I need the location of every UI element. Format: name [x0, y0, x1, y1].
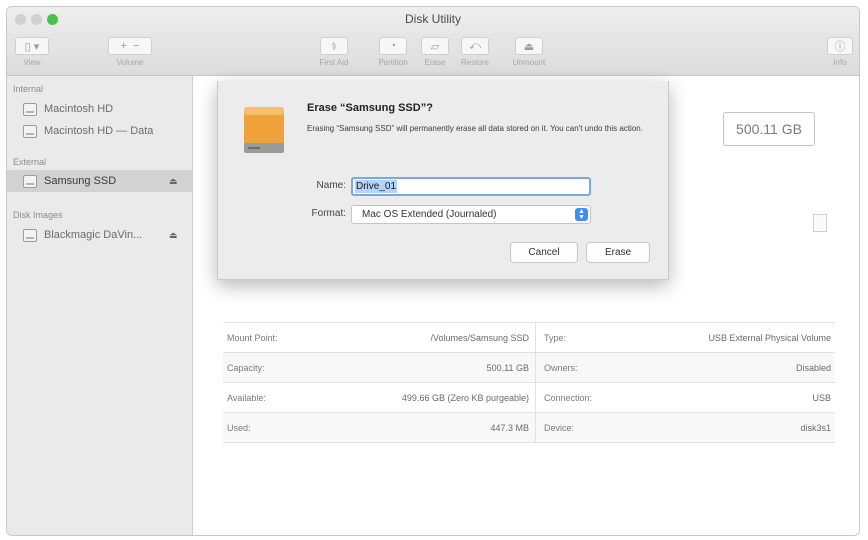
- sidebar-item-label: Samsung SSD: [44, 175, 117, 187]
- erase-dialog: Erase “Samsung SSD”? Erasing “Samsung SS…: [217, 81, 669, 280]
- info-value: disk3s1: [800, 422, 831, 433]
- view-button[interactable]: ▯ ▾: [15, 37, 49, 55]
- sidebar-item-samsung-ssd[interactable]: Samsung SSD ⏏: [7, 170, 192, 192]
- info-key: Type:: [544, 332, 567, 343]
- name-value: Drive_01: [355, 180, 398, 193]
- restore-icon: ⤺: [469, 39, 481, 52]
- eject-icon[interactable]: ⏏: [169, 176, 178, 187]
- info-value: 499.66 GB (Zero KB purgeable): [317, 383, 536, 412]
- name-field[interactable]: Drive_01: [351, 177, 591, 196]
- info-value: /Volumes/Samsung SSD: [317, 323, 536, 352]
- unmount-button[interactable]: ⏏: [515, 37, 543, 55]
- view-label: View: [23, 58, 41, 67]
- dialog-title: Erase “Samsung SSD”?: [307, 102, 433, 114]
- sidebar-item-label: Macintosh HD: [44, 103, 114, 115]
- erase-icon: ▱: [430, 40, 440, 53]
- partition-label: Partition: [378, 58, 408, 67]
- capacity-display: 500.11 GB: [723, 112, 815, 146]
- partition-icon: ◔: [389, 40, 397, 52]
- erase-button[interactable]: ▱: [421, 37, 449, 55]
- info-key: Available:: [227, 392, 266, 403]
- disk-icon: [23, 174, 37, 188]
- window-title: Disk Utility: [405, 12, 461, 26]
- format-value: Mac OS Extended (Journaled): [362, 209, 497, 220]
- info-value: 500.11 GB: [317, 353, 536, 382]
- format-select[interactable]: Mac OS Extended (Journaled) ▲ ▼: [351, 205, 591, 224]
- sidebar-section-disk-images: Disk Images: [13, 210, 63, 220]
- disk-icon: [23, 102, 37, 116]
- first-aid-button[interactable]: ⚕: [320, 37, 348, 55]
- dialog-message: Erasing “Samsung SSD” will permanently e…: [307, 124, 643, 133]
- external-drive-icon: [244, 107, 284, 153]
- cancel-button[interactable]: Cancel: [510, 242, 578, 263]
- plus-minus-icon: + −: [120, 40, 140, 52]
- unmount-label: Unmount: [512, 58, 546, 67]
- info-value: 447.3 MB: [317, 413, 536, 442]
- info-icon: ⓘ: [834, 41, 846, 53]
- table-row: Capacity: 500.11 GB Owners: Disabled: [223, 353, 835, 383]
- info-value: Disabled: [795, 362, 831, 373]
- restore-button[interactable]: ⤺: [461, 37, 489, 55]
- info-label: Info: [833, 58, 847, 67]
- sidebar: Internal Macintosh HD Macintosh HD — Dat…: [7, 76, 193, 535]
- partition-button[interactable]: ◔: [379, 37, 407, 55]
- info-value: USB External Physical Volume: [708, 332, 831, 343]
- name-label: Name:: [316, 180, 346, 191]
- info-key: Mount Point:: [227, 332, 278, 343]
- stethoscope-icon: ⚕: [331, 40, 337, 53]
- erase-confirm-button[interactable]: Erase: [586, 242, 650, 263]
- sidebar-section-internal: Internal: [13, 84, 44, 94]
- info-table: Mount Point: /Volumes/Samsung SSD Type: …: [223, 322, 835, 443]
- sidebar-item-label: Macintosh HD — Data: [44, 125, 154, 137]
- info-button[interactable]: ⓘ: [827, 37, 853, 55]
- eject-icon[interactable]: ⏏: [169, 230, 178, 241]
- volume-button[interactable]: + −: [108, 37, 152, 55]
- info-key: Device:: [544, 422, 575, 433]
- sidebar-item-macintosh-hd-data[interactable]: Macintosh HD — Data: [7, 120, 192, 142]
- info-key: Capacity:: [227, 362, 265, 373]
- disk-icon: [23, 124, 37, 138]
- select-arrows-icon: ▲ ▼: [575, 208, 588, 221]
- sidebar-section-external: External: [13, 157, 47, 167]
- table-row: Mount Point: /Volumes/Samsung SSD Type: …: [223, 323, 835, 353]
- unmount-icon: ⏏: [523, 40, 535, 53]
- table-row: Available: 499.66 GB (Zero KB purgeable)…: [223, 383, 835, 413]
- format-label: Format:: [311, 208, 346, 219]
- sidebar-icon: ▯ ▾: [24, 40, 40, 53]
- table-row: Used: 447.3 MB Device: disk3s1: [223, 413, 835, 443]
- titlebar: Disk Utility ▯ ▾ View + − Volume ⚕ First…: [7, 7, 859, 76]
- info-value: USB: [812, 392, 831, 403]
- info-key: Owners:: [544, 362, 578, 373]
- sidebar-item-label: Blackmagic DaVin...: [44, 229, 143, 241]
- first-aid-label: First Aid: [319, 58, 349, 67]
- sidebar-item-macintosh-hd[interactable]: Macintosh HD: [7, 98, 192, 120]
- erase-label: Erase: [424, 58, 446, 67]
- volume-label: Volume: [116, 58, 144, 67]
- usage-bar: [813, 214, 827, 232]
- disk-utility-window: Disk Utility ▯ ▾ View + − Volume ⚕ First…: [6, 6, 860, 536]
- sidebar-item-blackmagic[interactable]: Blackmagic DaVin... ⏏: [7, 224, 192, 246]
- restore-label: Restore: [460, 58, 489, 67]
- info-key: Connection:: [544, 392, 593, 403]
- info-key: Used:: [227, 422, 251, 433]
- disk-icon: [23, 228, 37, 242]
